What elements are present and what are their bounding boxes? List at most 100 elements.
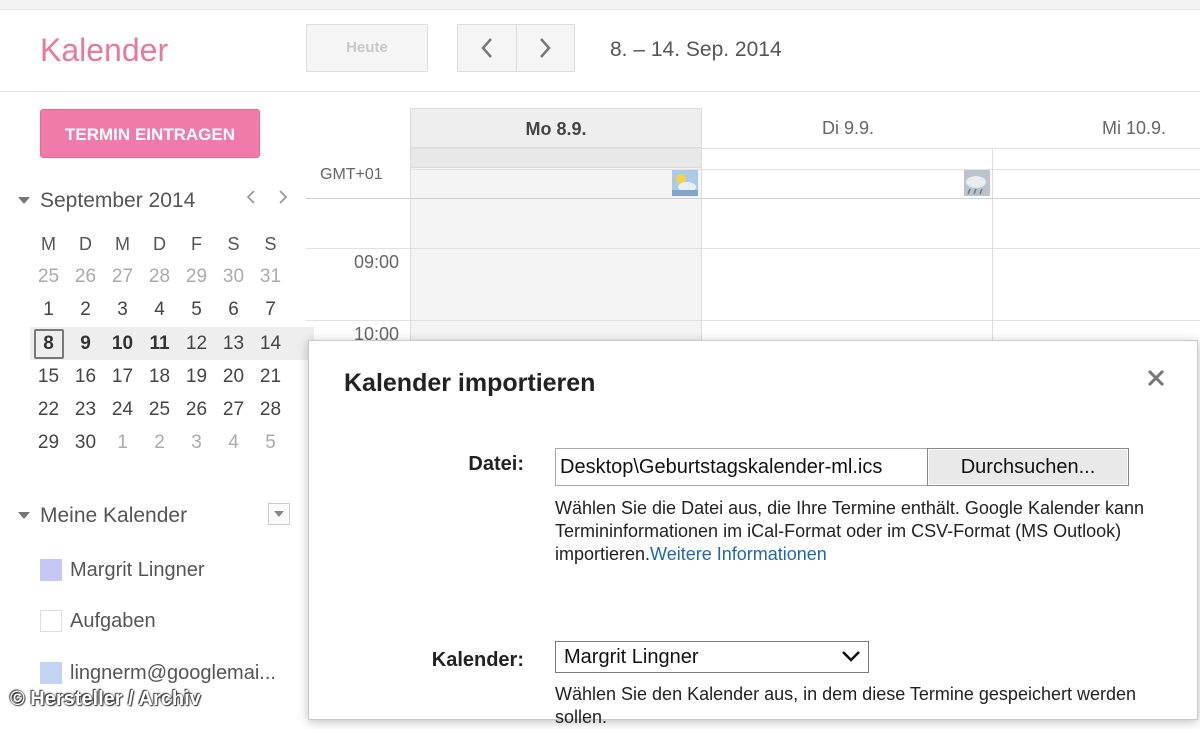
time-label: 09:00 — [354, 252, 400, 272]
chevron-left-icon — [481, 38, 492, 58]
app-title: Kalender — [40, 32, 169, 68]
mini-day[interactable]: 31 — [252, 262, 289, 292]
mini-prev-button[interactable] — [246, 189, 256, 210]
mini-day[interactable]: 23 — [67, 395, 104, 425]
file-help-body: Wählen Sie die Datei aus, die Ihre Termi… — [555, 498, 1145, 564]
calendar-color-swatch[interactable] — [40, 559, 62, 581]
mini-calendar-header: September 2014 — [14, 185, 298, 217]
mini-day[interactable]: 5 — [252, 428, 289, 458]
calendar-item-label: lingnerm@googlemai... — [70, 661, 276, 684]
mini-day[interactable]: 16 — [67, 362, 104, 392]
my-calendars-header: Meine Kalender — [14, 500, 294, 532]
create-event-button[interactable]: TERMIN EINTRAGEN — [40, 109, 260, 158]
day-header[interactable]: Di 9.9. — [702, 108, 994, 148]
mini-day[interactable]: 12 — [178, 329, 215, 359]
mini-day[interactable]: 5 — [178, 295, 215, 325]
mini-day[interactable]: 4 — [215, 428, 252, 458]
mini-day[interactable]: 24 — [104, 395, 141, 425]
file-help-text: Wählen Sie die Datei aus, die Ihre Termi… — [555, 497, 1165, 566]
mini-day[interactable]: 3 — [178, 428, 215, 458]
mini-day[interactable]: 10 — [104, 329, 141, 359]
mini-day[interactable]: 6 — [215, 295, 252, 325]
mini-day[interactable]: 27 — [215, 395, 252, 425]
browse-button[interactable]: Durchsuchen... — [927, 448, 1129, 486]
mini-day[interactable]: 29 — [178, 262, 215, 292]
weekday-label: M — [115, 233, 130, 254]
weekday-label: S — [227, 233, 240, 254]
allday-row[interactable] — [410, 148, 702, 168]
import-dialog: Kalender importieren Datei: Desktop\Gebu… — [308, 340, 1198, 727]
today-button[interactable]: Heute — [306, 24, 428, 72]
mini-day[interactable]: 11 — [141, 329, 178, 359]
mini-calendar-grid: M D M D F S S 25 26 27 28 29 30 31 1 2 3… — [30, 227, 314, 460]
mini-day[interactable]: 2 — [67, 295, 104, 325]
calendar-color-swatch[interactable] — [40, 610, 62, 632]
previous-button[interactable] — [458, 25, 516, 71]
mini-day[interactable]: 25 — [30, 262, 67, 292]
close-icon — [1147, 369, 1165, 387]
calendar-select[interactable]: Margrit Lingner — [555, 641, 869, 673]
mini-day[interactable]: 1 — [104, 428, 141, 458]
mini-day[interactable]: 26 — [178, 395, 215, 425]
file-label: Datei: — [468, 453, 524, 475]
my-calendars-title[interactable]: Meine Kalender — [40, 504, 187, 528]
mini-day[interactable]: 21 — [252, 362, 289, 392]
more-info-link[interactable]: Weitere Informationen — [650, 544, 827, 564]
mini-day[interactable]: 18 — [141, 362, 178, 392]
selected-week-row: 8 9 10 11 12 13 14 — [30, 326, 314, 361]
calendar-item[interactable]: Aufgaben — [40, 608, 156, 634]
mini-day[interactable]: 15 — [30, 362, 67, 392]
mini-day[interactable]: 20 — [215, 362, 252, 392]
mini-calendar: September 2014 M D M D F S S 25 26 27 28… — [14, 185, 314, 453]
weekday-label: D — [153, 233, 166, 254]
week-row: 25 26 27 28 29 30 31 — [30, 260, 314, 293]
mini-day[interactable]: 26 — [67, 262, 104, 292]
close-button[interactable] — [1141, 363, 1171, 393]
mini-day[interactable]: 2 — [141, 428, 178, 458]
day-header[interactable]: Mi 10.9. — [994, 108, 1200, 148]
mini-day[interactable]: 28 — [141, 262, 178, 292]
divider — [306, 320, 1200, 321]
calendar-item-label: Aufgaben — [70, 609, 156, 632]
next-button[interactable] — [515, 25, 574, 71]
mini-day[interactable]: 22 — [30, 395, 67, 425]
mini-day[interactable]: 13 — [215, 329, 252, 359]
mini-day-today[interactable]: 8 — [33, 328, 64, 359]
weekday-label: S — [264, 233, 277, 254]
my-calendars-menu-button[interactable] — [268, 503, 290, 525]
mini-day[interactable]: 25 — [141, 395, 178, 425]
chevron-left-icon — [246, 190, 255, 204]
weekday-label: M — [41, 233, 56, 254]
mini-day[interactable]: 9 — [67, 329, 104, 359]
calendar-select-value: Margrit Lingner — [564, 646, 699, 668]
mini-next-button[interactable] — [278, 189, 288, 210]
mini-day[interactable]: 29 — [30, 428, 67, 458]
collapse-triangle-icon[interactable] — [18, 197, 30, 204]
weekday-label: D — [79, 233, 92, 254]
weekday-row: M D M D F S S — [30, 227, 314, 260]
week-row: 15 16 17 18 19 20 21 — [30, 360, 314, 393]
calendar-item[interactable]: Margrit Lingner — [40, 557, 205, 583]
mini-day[interactable]: 27 — [104, 262, 141, 292]
mini-day[interactable]: 1 — [30, 295, 67, 325]
day-header[interactable]: Mo 8.9. — [410, 108, 702, 148]
chevron-right-icon — [279, 190, 288, 204]
weather-sunny-icon — [672, 170, 698, 196]
mini-day[interactable]: 7 — [252, 295, 289, 325]
mini-day[interactable]: 30 — [215, 262, 252, 292]
mini-day[interactable]: 17 — [104, 362, 141, 392]
mini-day[interactable]: 19 — [178, 362, 215, 392]
mini-day[interactable]: 14 — [252, 329, 289, 359]
calendar-label: Kalender: — [431, 649, 524, 671]
mini-day[interactable]: 28 — [252, 395, 289, 425]
mini-day[interactable]: 3 — [104, 295, 141, 325]
calendar-item[interactable]: lingnerm@googlemai... — [40, 660, 276, 686]
mini-day[interactable]: 30 — [67, 428, 104, 458]
file-path-input[interactable]: Desktop\Geburtstagskalender-ml.ics — [555, 448, 929, 486]
calendar-item-label: Margrit Lingner — [70, 558, 205, 581]
divider — [306, 248, 1200, 249]
divider — [992, 148, 993, 340]
calendar-color-swatch[interactable] — [40, 662, 62, 684]
collapse-triangle-icon[interactable] — [18, 512, 30, 519]
mini-day[interactable]: 4 — [141, 295, 178, 325]
